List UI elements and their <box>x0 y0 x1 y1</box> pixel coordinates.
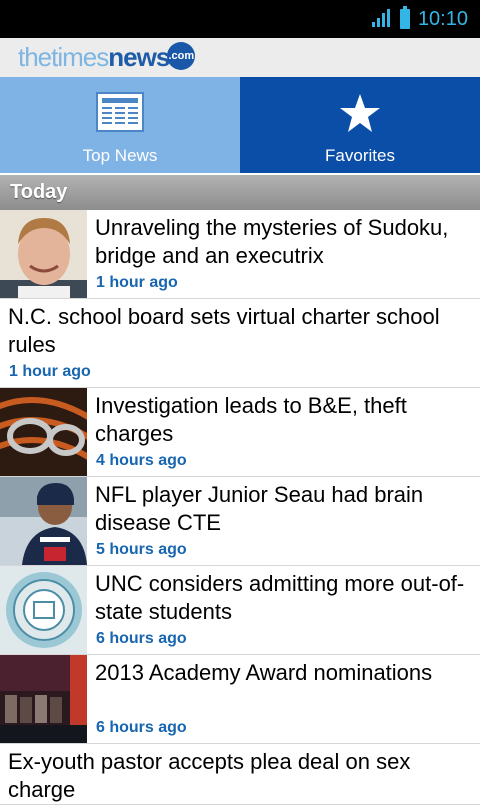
list-item[interactable]: UNC considers admitting more out-of-stat… <box>0 566 480 655</box>
star-icon <box>340 94 380 132</box>
article-headline: Unraveling the mysteries of Sudoku, brid… <box>95 215 449 268</box>
article-headline: N.C. school board sets virtual charter s… <box>8 304 440 357</box>
logo-text-news: news <box>108 42 170 72</box>
article-headline: UNC considers admitting more out-of-stat… <box>95 571 465 624</box>
section-header: Today <box>0 175 480 210</box>
list-item[interactable]: Unraveling the mysteries of Sudoku, brid… <box>0 210 480 299</box>
list-item[interactable]: N.C. school board sets virtual charter s… <box>0 299 480 388</box>
logo: thetimesnews.com <box>18 42 196 72</box>
logo-text-dotcom: .com <box>167 42 196 70</box>
status-icons: 10:10 <box>371 0 468 38</box>
section-title: Today <box>10 181 68 203</box>
article-time: 6 hours ago <box>96 630 187 647</box>
logo-text-thetimes: thetimes <box>18 42 109 72</box>
article-time: 4 hours ago <box>96 452 187 469</box>
list-item[interactable]: NFL player Junior Seau had brain disease… <box>0 477 480 566</box>
article-time: 1 hour ago <box>96 274 178 291</box>
battery-icon <box>399 6 410 29</box>
status-time: 10:10 <box>417 7 468 30</box>
tab-favorites-label: Favorites <box>325 146 395 165</box>
article-time: 5 hours ago <box>96 541 187 558</box>
app-header: thetimesnews.com <box>0 38 480 78</box>
tab-favorites[interactable]: Favorites <box>240 77 480 173</box>
article-headline: Investigation leads to B&E, theft charge… <box>95 393 407 446</box>
list-item[interactable]: 2013 Academy Award nominations 6 hours a… <box>0 655 480 744</box>
tab-top-news-label: Top News <box>82 146 158 165</box>
article-list: Unraveling the mysteries of Sudoku, brid… <box>0 210 480 805</box>
list-item[interactable]: Ex-youth pastor accepts plea deal on sex… <box>0 744 480 805</box>
article-thumbnail <box>0 566 87 654</box>
article-thumbnail <box>0 210 87 298</box>
article-thumbnail <box>0 388 87 476</box>
article-thumbnail <box>0 477 87 565</box>
status-bar: 10:10 <box>0 0 480 38</box>
article-headline: 2013 Academy Award nominations <box>95 660 433 685</box>
article-headline: Ex-youth pastor accepts plea deal on sex… <box>8 749 411 802</box>
article-time: 6 hours ago <box>96 719 187 736</box>
article-thumbnail <box>0 655 87 743</box>
article-time: 1 hour ago <box>9 363 91 380</box>
article-headline: NFL player Junior Seau had brain disease… <box>95 482 424 535</box>
tab-bar: Top News Favorites <box>0 77 480 173</box>
list-item[interactable]: Investigation leads to B&E, theft charge… <box>0 388 480 477</box>
signal-icon <box>371 9 392 29</box>
tab-top-news[interactable]: Top News <box>0 77 240 173</box>
newspaper-icon <box>96 92 144 132</box>
